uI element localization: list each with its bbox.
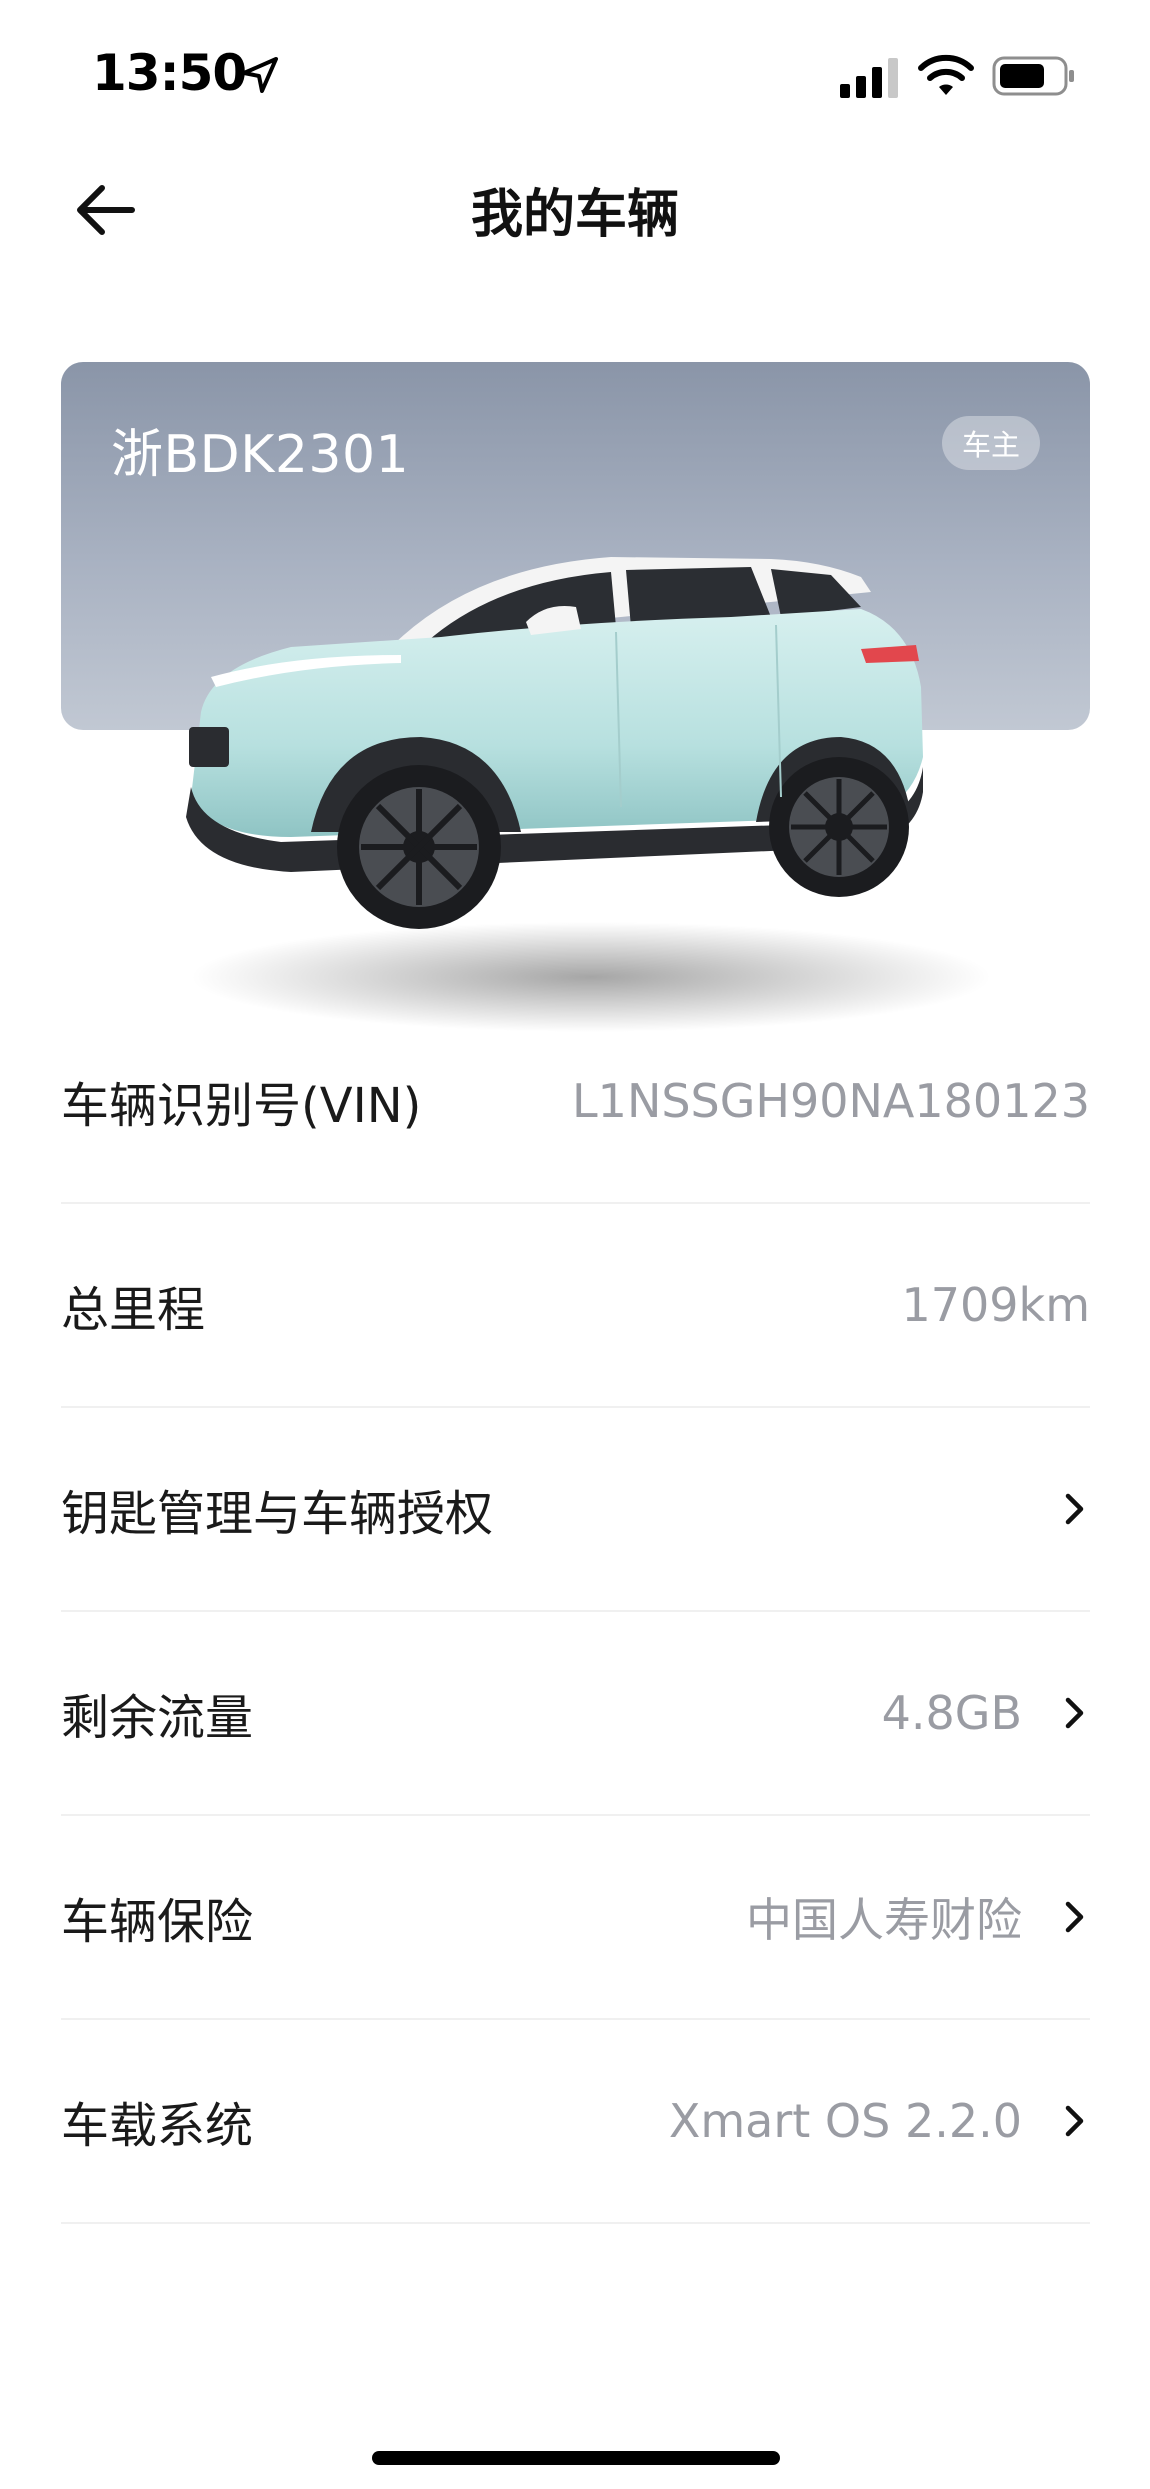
insurance-row[interactable]: 车辆保险 中国人寿财险 — [61, 1816, 1090, 2020]
data-plan-row[interactable]: 剩余流量 4.8GB — [61, 1612, 1090, 1816]
license-plate: 浙BDK2301 — [111, 425, 410, 485]
insurance-value: 中国人寿财险 — [746, 1893, 1022, 1947]
car-image — [186, 557, 991, 1032]
vin-row: 车辆识别号(VIN) L1NSSGH90NA180123 — [61, 1000, 1090, 1204]
key-management-row[interactable]: 钥匙管理与车辆授权 — [61, 1408, 1090, 1612]
chevron-right-icon — [1065, 1901, 1084, 1933]
wifi-icon — [918, 54, 974, 95]
vin-label: 车辆识别号(VIN) — [61, 1078, 422, 1134]
data-plan-value: 4.8GB — [881, 1686, 1022, 1740]
insurance-label: 车辆保险 — [61, 1894, 254, 1950]
system-row[interactable]: 车载系统 Xmart OS 2.2.0 — [61, 2020, 1090, 2224]
home-indicator[interactable] — [372, 2451, 780, 2465]
chevron-right-icon — [1065, 1697, 1084, 1729]
key-management-label: 钥匙管理与车辆授权 — [61, 1486, 494, 1542]
status-bar: 13:50 — [0, 0, 1150, 150]
page-title: 我的车辆 — [470, 185, 679, 245]
chevron-right-icon — [1065, 1493, 1084, 1525]
rear-wheel — [769, 757, 909, 897]
chevron-right-icon — [1065, 2105, 1084, 2137]
mileage-row: 总里程 1709km — [61, 1204, 1090, 1408]
vin-value: L1NSSGH90NA180123 — [572, 1074, 1090, 1128]
front-wheel — [337, 765, 501, 929]
vehicle-info-list: 车辆识别号(VIN) L1NSSGH90NA180123 总里程 1709km … — [61, 1000, 1090, 2224]
nav-bar: 我的车辆 — [0, 150, 1150, 260]
vehicle-card: 浙BDK2301 车主 — [61, 362, 1090, 1032]
data-plan-label: 剩余流量 — [61, 1690, 254, 1746]
owner-badge: 车主 — [941, 416, 1040, 470]
battery-icon — [992, 56, 1074, 96]
mileage-label: 总里程 — [61, 1282, 206, 1338]
cellular-signal-icon — [840, 58, 898, 98]
status-time: 13:50 — [92, 44, 247, 102]
system-value: Xmart OS 2.2.0 — [668, 2094, 1022, 2148]
system-label: 车载系统 — [61, 2098, 254, 2154]
location-arrow-icon — [242, 57, 278, 93]
mileage-value: 1709km — [901, 1278, 1090, 1332]
